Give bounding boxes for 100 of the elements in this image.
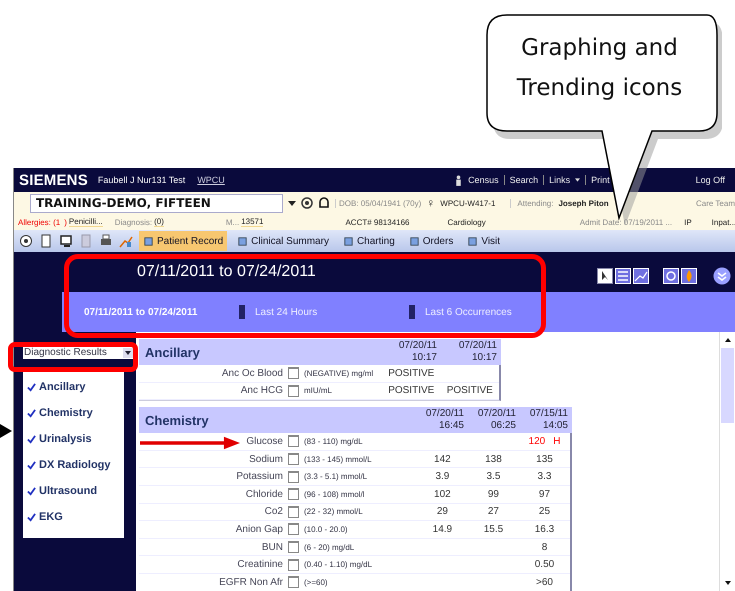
dropdown-arrow-icon[interactable] (123, 348, 133, 358)
reference-range: (96 - 108) mmol/l (304, 490, 364, 499)
category-label[interactable]: EKG (39, 511, 63, 523)
reference-range: (133 - 145) mmol/L (304, 454, 372, 464)
log-off-link[interactable]: Log Off (696, 175, 725, 185)
nav-tab[interactable]: Patient Record (139, 231, 228, 251)
result-value: 3.3 (538, 471, 552, 482)
checkbox[interactable] (288, 558, 299, 571)
square-icon (408, 236, 420, 246)
circle-icon[interactable] (19, 234, 33, 248)
cursor-icon[interactable] (597, 268, 613, 284)
diagnosis-count: (0) (154, 217, 164, 227)
result-value: POSITIVE (388, 385, 434, 396)
result-value: 25 (538, 506, 550, 518)
checkbox-icon[interactable] (27, 460, 36, 470)
reference-range: (22 - 32) mmol/L (304, 507, 363, 516)
nav-tab[interactable]: Orders (404, 231, 458, 251)
checkbox[interactable] (288, 576, 299, 588)
unit-link[interactable]: WPCU (197, 175, 225, 185)
square-icon (237, 236, 248, 246)
view-select[interactable]: Diagnostic Results (23, 346, 133, 359)
checkbox-icon[interactable] (27, 512, 36, 522)
nav-tab[interactable]: Charting (338, 231, 399, 251)
square-icon (143, 236, 154, 246)
pointer-arrow (0, 424, 12, 438)
list-icon[interactable] (615, 268, 631, 284)
result-value: 120 (528, 436, 546, 447)
admit-date-text: Admit Date: 07/19/2011 ... (580, 218, 672, 226)
checkbox-icon[interactable] (27, 382, 36, 392)
reference-range: (3.3 - 5.1) mmol/L (304, 472, 368, 482)
result-value: 0.50 (534, 559, 554, 570)
checkbox-icon[interactable] (27, 486, 36, 496)
callout-text: Graphing and Trending icons (516, 34, 684, 103)
column-header: 07/20/11 16:45 (424, 407, 465, 434)
checkbox[interactable] (288, 541, 299, 554)
caret-icon (575, 178, 580, 182)
square-icon (342, 236, 354, 246)
mrn-text: 13571 (241, 217, 264, 227)
test-name: Anion Gap (236, 524, 283, 535)
result-value: 97 (538, 488, 550, 500)
reference-range: (6 - 20) mg/dL (304, 542, 354, 552)
allergies-label: Allergies: (1 (18, 218, 60, 226)
reference-range: (NEGATIVE) mg/ml (304, 368, 374, 378)
test-name: Co2 (264, 506, 283, 518)
allergies-close: ) (64, 218, 67, 226)
nav-tab[interactable]: Visit (463, 231, 504, 251)
account-text: ACCT# 98134166 (345, 218, 410, 226)
result-value: 3.5 (486, 471, 500, 482)
collapse-icon[interactable] (713, 267, 731, 285)
checkbox[interactable] (288, 435, 299, 448)
checkbox-icon[interactable] (27, 434, 36, 444)
scroll-thumb[interactable] (721, 348, 734, 423)
checkbox[interactable] (288, 523, 299, 536)
category-label[interactable]: Ancillary (39, 381, 86, 393)
section-title: Chemistry (144, 412, 209, 428)
person-icon (454, 174, 464, 186)
nav-link[interactable]: Search (510, 175, 538, 185)
result-value: >60 (536, 576, 553, 588)
category-label[interactable]: Urinalysis (39, 433, 92, 445)
checkbox[interactable] (288, 506, 299, 518)
result-flag-label: H (553, 436, 560, 447)
reference-range: (10.0 - 20.0) (304, 524, 348, 534)
test-name: Sodium (249, 454, 283, 465)
allergy-text: Penicilli... (68, 217, 103, 227)
document-icon[interactable] (39, 234, 53, 248)
nav-link[interactable]: Census (468, 175, 499, 185)
date-range-title: 07/11/2011 to 07/24/2011 (137, 263, 316, 281)
test-name: EGFR Non Afr (219, 576, 283, 588)
monitor-icon[interactable] (59, 234, 73, 248)
test-name: Potassium (236, 471, 283, 482)
nav-link[interactable]: Print (591, 175, 610, 185)
patient-name-field[interactable]: TRAINING-DEMO, FIFTEEN (30, 194, 283, 212)
result-value: POSITIVE (388, 368, 434, 379)
result-value: 138 (485, 454, 502, 465)
category-label[interactable]: DX Radiology (39, 459, 111, 471)
reference-range: mIU/mL (304, 386, 332, 396)
attending-name: Joseph Piton (558, 198, 609, 208)
result-value: 16.3 (534, 524, 554, 535)
result-value: 8 (542, 542, 548, 553)
checkbox[interactable] (288, 453, 299, 466)
dropdown-caret-icon[interactable] (288, 200, 296, 206)
chart-icon[interactable] (119, 234, 133, 248)
category-label[interactable]: Chemistry (39, 407, 93, 419)
column-header: 07/20/11 10:17 (398, 339, 438, 365)
flame-icon[interactable] (681, 268, 697, 284)
result-value: POSITIVE (446, 385, 493, 396)
nav-link[interactable]: Links (549, 175, 570, 185)
nav-tab[interactable]: Clinical Summary (233, 231, 333, 251)
bell-icon (318, 197, 330, 209)
scrollbar[interactable] (719, 332, 735, 591)
checkbox[interactable] (288, 367, 299, 380)
checkbox[interactable] (288, 488, 299, 500)
square-icon (467, 236, 478, 246)
category-label[interactable]: Ultrasound (39, 485, 98, 497)
checkbox-icon[interactable] (27, 408, 36, 418)
checkbox[interactable] (288, 470, 299, 483)
checkbox[interactable] (288, 384, 299, 397)
line-chart-icon[interactable] (633, 268, 649, 284)
column-header: 07/15/11 14:05 (528, 407, 569, 434)
printer-icon[interactable] (99, 234, 113, 248)
